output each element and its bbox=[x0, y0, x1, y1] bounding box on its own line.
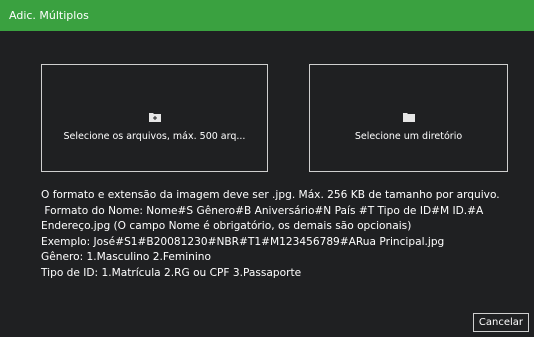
select-directory-label: Selecione um diretório bbox=[354, 131, 463, 142]
select-files-label: Selecione os arquivos, máx. 500 arq... bbox=[63, 131, 246, 142]
dialog-title-bar: Adic. Múltiplos bbox=[0, 0, 534, 31]
dialog-title: Adic. Múltiplos bbox=[9, 9, 89, 22]
instruction-line: Gênero: 1.Masculino 2.Feminino bbox=[41, 251, 212, 264]
import-instructions: O formato e extensão da imagem deve ser … bbox=[41, 188, 521, 282]
select-files-button[interactable]: Selecione os arquivos, máx. 500 arq... bbox=[41, 64, 268, 172]
add-folder-icon bbox=[148, 113, 161, 122]
select-directory-button[interactable]: Selecione um diretório bbox=[309, 64, 508, 172]
instruction-line: Tipo de ID: 1.Matrícula 2.RG ou CPF 3.Pa… bbox=[41, 266, 302, 279]
cancel-button[interactable]: Cancelar bbox=[472, 313, 529, 332]
instruction-line: O formato e extensão da imagem deve ser … bbox=[41, 189, 500, 201]
add-multiple-dialog: Adic. Múltiplos Selecione os arquivos, m… bbox=[0, 0, 534, 337]
instruction-line: Exemplo: José#S1#B20081230#NBR#T1#M12345… bbox=[41, 235, 445, 248]
instruction-line: Formato do Nome: Nome#S Gênero#B Anivers… bbox=[41, 204, 484, 217]
folder-icon bbox=[402, 113, 415, 122]
instruction-line: Endereço.jpg (O campo Nome é obrigatório… bbox=[41, 220, 412, 233]
